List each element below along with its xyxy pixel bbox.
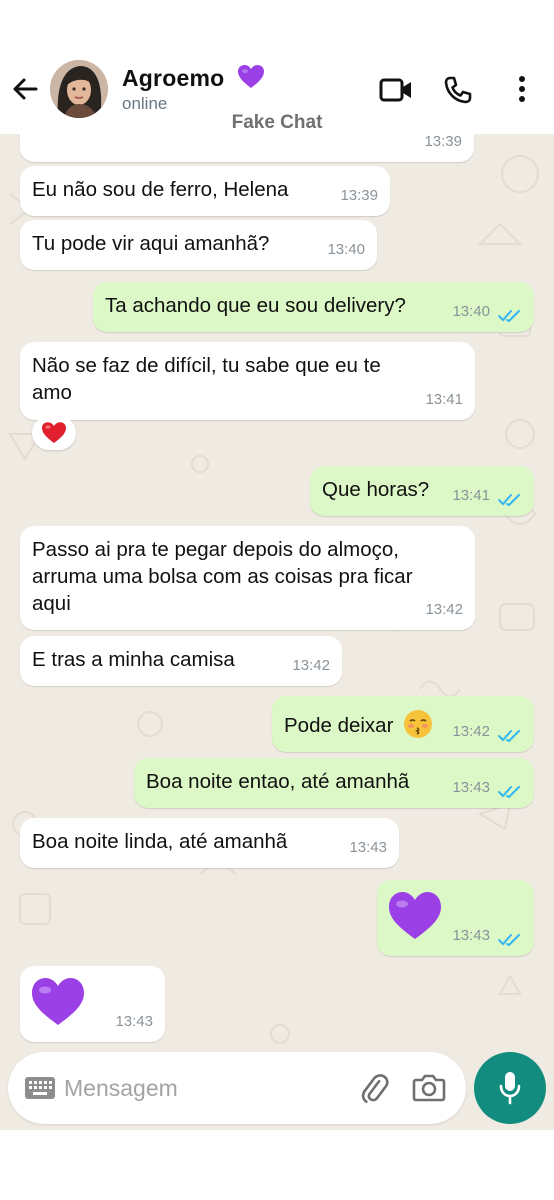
message-composer — [8, 1052, 466, 1124]
contact-name-text: Agroemo — [122, 65, 225, 91]
message-text: Boa noite linda, até amanhã — [32, 830, 288, 853]
message-bubble-incoming[interactable]: Passo ai pra te pegar depois do almoço, … — [20, 526, 475, 630]
chat-header: Agroemo online Fake Chat — [0, 0, 554, 134]
message-text: Ta achando que eu sou delivery? — [105, 294, 406, 317]
video-call-icon[interactable] — [378, 74, 414, 106]
back-arrow-icon[interactable] — [8, 72, 42, 106]
message-text: E tras a minha camisa — [32, 648, 235, 671]
message-time: 13:43 — [115, 1013, 153, 1030]
message-text-line: arruma uma bolsa com as coisas pra ficar — [32, 565, 413, 588]
message-text: Pode deixar — [284, 714, 394, 737]
contact-name[interactable]: Agroemo — [122, 64, 265, 92]
message-text-line: amo — [32, 381, 72, 404]
purple-heart-emoji-icon — [389, 892, 441, 939]
read-receipt-icon — [498, 786, 520, 799]
message-list[interactable]: 13:39 Eu não sou de ferro, Helena 13:39 … — [0, 134, 554, 1130]
message-bubble-outgoing[interactable]: 13:43 — [377, 880, 534, 956]
red-heart-icon — [42, 422, 66, 443]
message-text: Eu não sou de ferro, Helena — [32, 178, 289, 201]
camera-icon[interactable] — [412, 1072, 446, 1102]
message-input[interactable] — [64, 1066, 344, 1110]
chat-screen: Agroemo online Fake Chat 13:39 Eu não so… — [0, 0, 554, 1200]
message-time: 13:43 — [452, 927, 490, 944]
message-time: 13:43 — [349, 839, 387, 856]
message-bubble-outgoing[interactable]: Que horas? 13:41 — [310, 466, 534, 516]
message-time: 13:42 — [292, 657, 330, 674]
read-receipt-icon — [498, 730, 520, 743]
message-bubble-incoming[interactable]: Tu pode vir aqui amanhã? 13:40 — [20, 220, 377, 270]
message-time: 13:43 — [452, 779, 490, 796]
message-text-line: Não se faz de difícil, tu sabe que eu te — [32, 354, 381, 377]
voice-message-button[interactable] — [474, 1052, 546, 1124]
message-text: Boa noite entao, até amanhã — [146, 770, 410, 793]
message-time: 13:40 — [327, 241, 365, 258]
message-time: 13:40 — [452, 303, 490, 320]
message-time: 13:41 — [425, 391, 463, 408]
message-time: 13:39 — [424, 134, 462, 150]
message-text: Tu pode vir aqui amanhã? — [32, 232, 270, 255]
keyboard-icon[interactable] — [24, 1076, 56, 1100]
message-bubble-incoming[interactable]: Eu não sou de ferro, Helena 13:39 — [20, 166, 390, 216]
message-bubble-incoming[interactable]: E tras a minha camisa 13:42 — [20, 636, 342, 686]
mic-icon — [499, 1072, 521, 1105]
reaction-badge[interactable] — [32, 416, 76, 450]
app-watermark-label: Fake Chat — [231, 112, 323, 133]
message-bubble-incoming[interactable]: Boa noite linda, até amanhã 13:43 — [20, 818, 399, 868]
message-text-block: Não se faz de difícil, tu sabe que eu te… — [32, 352, 381, 406]
purple-heart-emoji-icon — [32, 978, 84, 1025]
message-bubble-outgoing[interactable]: Boa noite entao, até amanhã 13:43 — [134, 758, 534, 808]
read-receipt-icon — [498, 310, 520, 323]
message-bubble-incoming[interactable]: Não se faz de difícil, tu sabe que eu te… — [20, 342, 475, 420]
message-bubble-outgoing[interactable]: Pode deixar 13:42 — [272, 696, 534, 752]
phone-icon[interactable] — [442, 74, 474, 106]
purple-heart-icon — [237, 65, 264, 88]
message-text-line: aqui — [32, 592, 71, 615]
avatar[interactable] — [50, 60, 108, 118]
message-time: 13:42 — [452, 723, 490, 740]
bottom-safe-area — [0, 1130, 554, 1200]
message-time: 13:39 — [340, 187, 378, 204]
message-text-block: Pode deixar — [284, 709, 433, 739]
message-time: 13:41 — [452, 487, 490, 504]
message-text-line: Passo ai pra te pegar depois do almoço, — [32, 538, 399, 561]
message-bubble-incoming[interactable]: 13:39 — [20, 134, 474, 162]
more-vertical-icon[interactable] — [510, 74, 534, 106]
read-receipt-icon — [498, 934, 520, 947]
attach-icon[interactable] — [358, 1072, 390, 1104]
message-bubble-outgoing[interactable]: Ta achando que eu sou delivery? 13:40 — [93, 282, 534, 332]
message-text-block: Passo ai pra te pegar depois do almoço, … — [32, 536, 413, 617]
message-bubble-incoming[interactable]: 13:43 — [20, 966, 165, 1042]
message-time: 13:42 — [425, 601, 463, 618]
contact-status: online — [122, 94, 168, 113]
kissing-face-emoji-icon — [404, 710, 433, 738]
message-text: Que horas? — [322, 478, 430, 501]
read-receipt-icon — [498, 494, 520, 507]
